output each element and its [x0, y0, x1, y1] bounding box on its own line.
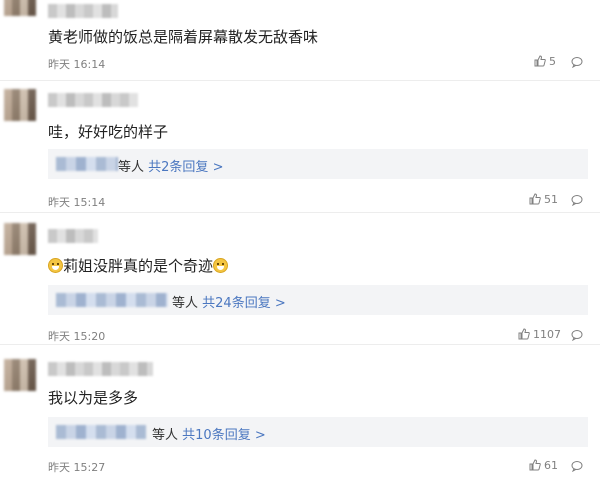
like-count: 1107: [533, 328, 561, 341]
avatar[interactable]: [4, 223, 36, 255]
thumbs-up-icon: [518, 328, 530, 340]
thumbs-up-icon: [529, 193, 541, 205]
view-replies-link[interactable]: 共10条回复: [182, 428, 251, 443]
thumbs-up-icon: [529, 459, 541, 471]
reply-summary-text: 等人 共10条回复 >: [152, 428, 266, 443]
comment-time: 昨天 15:14: [48, 196, 106, 209]
comment-text: 莉姐没胖真的是个奇迹: [48, 255, 229, 276]
grin-emoji-icon: [213, 258, 229, 273]
like-button[interactable]: 61: [529, 459, 558, 472]
thumbs-up-icon: [534, 55, 546, 67]
username-blurred[interactable]: [48, 362, 153, 376]
comment-item: 黄老师做的饭总是隔着屏幕散发无敌香味 昨天 16:14 5: [0, 0, 600, 80]
like-count: 61: [544, 459, 558, 472]
reply-summary[interactable]: 等人 共10条回复 >: [48, 417, 588, 447]
comment-text: 哇，好好吃的样子: [48, 123, 169, 141]
reply-summary-text: 等人 共2条回复 >: [118, 160, 224, 175]
reply-summary[interactable]: 等人 共24条回复 >: [48, 285, 588, 315]
username-blurred[interactable]: [48, 93, 138, 107]
comment-item: 莉姐没胖真的是个奇迹 等人 共24条回复 > 昨天 15:20 1107: [0, 213, 600, 343]
avatar[interactable]: [4, 359, 36, 391]
username-blurred[interactable]: [48, 4, 118, 18]
reply-users-blurred: [56, 293, 168, 307]
comment-item: 我以为是多多 等人 共10条回复 > 昨天 15:27 61: [0, 345, 600, 479]
comment-bubble-icon[interactable]: [571, 460, 583, 472]
comment-text: 黄老师做的饭总是隔着屏幕散发无敌香味: [48, 28, 319, 46]
like-button[interactable]: 5: [534, 55, 556, 68]
chevron-right-icon: >: [212, 160, 224, 175]
reply-summary[interactable]: 等人 共2条回复 >: [48, 149, 588, 179]
reply-summary-text: 等人 共24条回复 >: [172, 296, 286, 311]
view-replies-link[interactable]: 共2条回复: [148, 160, 208, 175]
comment-bubble-icon[interactable]: [571, 56, 583, 68]
comment-bubble-icon[interactable]: [571, 194, 583, 206]
avatar[interactable]: [4, 89, 36, 121]
comment-text: 我以为是多多: [48, 389, 139, 407]
grin-emoji-icon: [48, 258, 63, 273]
comment-time: 昨天 16:14: [48, 58, 106, 71]
view-replies-link[interactable]: 共24条回复: [202, 296, 271, 311]
username-blurred[interactable]: [48, 229, 98, 243]
like-button[interactable]: 1107: [518, 328, 561, 341]
like-count: 51: [544, 193, 558, 206]
chevron-right-icon: >: [274, 296, 286, 311]
reply-users-blurred: [56, 157, 118, 171]
avatar[interactable]: [4, 0, 36, 16]
like-count: 5: [549, 55, 556, 68]
reply-users-blurred: [56, 425, 146, 439]
like-button[interactable]: 51: [529, 193, 558, 206]
comment-time: 昨天 15:20: [48, 330, 106, 343]
chevron-right-icon: >: [254, 428, 266, 443]
comment-time: 昨天 15:27: [48, 461, 106, 474]
comment-item: 哇，好好吃的样子 等人 共2条回复 > 昨天 15:14 51: [0, 81, 600, 211]
comment-bubble-icon[interactable]: [571, 329, 583, 341]
